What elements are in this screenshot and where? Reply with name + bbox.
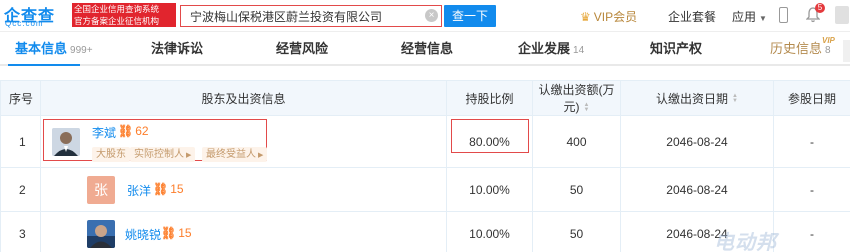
caret-down-icon: ▼ — [759, 14, 767, 23]
tab-basic-info[interactable]: 基本信息 999+ — [15, 34, 93, 64]
holder-name[interactable]: 张洋 — [127, 182, 151, 199]
col-date[interactable]: 认缴出资日期 ▲ ▼ — [620, 80, 774, 116]
tab-count: 8 — [825, 45, 831, 56]
row-index: 2 — [0, 167, 41, 212]
tab-label: 历史信息 — [770, 41, 823, 56]
holding-ratio: 10.00% — [446, 167, 533, 212]
link-icon: ⛓ — [153, 182, 169, 196]
link-count: 15 — [170, 182, 184, 196]
subscribed-date: 2046-08-24 — [620, 115, 774, 168]
table-row: 2 张 张洋 ⛓ 15 10.00% 50 2046-08-24 - — [0, 167, 850, 212]
app-menu[interactable]: 应用 ▼ — [732, 8, 767, 25]
sort-icon[interactable]: ▲ ▼ — [732, 93, 738, 104]
top-header: 企查查 Qcc.com 全国企业信用查询系统 官方备案企业征信机构 × 查一下 … — [0, 0, 850, 32]
holder-letter-avatar[interactable]: 张 — [87, 176, 115, 204]
app-label: 应用 — [732, 10, 757, 24]
subscribed-amount: 50 — [532, 167, 621, 212]
tab-ip[interactable]: 知识产权 — [650, 34, 702, 64]
col-paid-date: 参股日期 — [773, 80, 850, 116]
package-link[interactable]: 企业套餐 — [668, 8, 716, 25]
holder-link-count[interactable]: ⛓ 15 — [161, 226, 192, 240]
tag-major-holder: 大股东 — [92, 147, 130, 162]
tab-label: 经营风险 — [276, 41, 329, 56]
qcc-logo[interactable]: 企查查 Qcc.com — [4, 2, 68, 30]
tab-count: 999+ — [70, 45, 93, 56]
holder-photo[interactable] — [52, 128, 80, 156]
holder-name[interactable]: 姚晓锐 — [125, 226, 161, 243]
tab-label: 经营信息 — [401, 41, 454, 56]
tag-label: 实际控制人 — [134, 149, 184, 160]
tab-label: 企业发展 — [518, 41, 571, 56]
holder-cell: 张 张洋 ⛓ 15 — [40, 167, 447, 212]
row-index: 3 — [0, 211, 41, 252]
col-holder: 股东及出资信息 — [40, 80, 447, 116]
link-icon: ⛓ — [118, 124, 134, 138]
tab-legal[interactable]: 法律诉讼 — [151, 34, 203, 64]
link-icon: ⛓ — [161, 226, 177, 240]
holder-link-count[interactable]: ⛓ 15 — [153, 182, 184, 196]
tab-label: 基本信息 — [15, 41, 68, 56]
row-index: 1 — [0, 115, 41, 168]
holder-highlight: 李斌 ⛓ 62 大股东 实际控制人 ▶ 最终受益人 ▶ — [43, 119, 268, 162]
holder-info: 李斌 ⛓ 62 大股东 实际控制人 ▶ 最终受益人 ▶ — [41, 116, 446, 167]
participation-date: - — [773, 115, 850, 168]
active-tab-indicator — [8, 64, 80, 66]
arrow-right-icon: ▶ — [186, 152, 192, 159]
col-amount-label: 认缴出资额(万元) — [538, 83, 615, 114]
table-row: 1 李斌 ⛓ 62 大股东 实际控制人 ▶ 最终受益人 ▶ 80.00% 400… — [0, 115, 850, 168]
tab-label: 知识产权 — [650, 41, 703, 56]
col-ratio: 持股比例 — [446, 80, 533, 116]
col-date-label: 认缴出资日期 — [656, 91, 729, 106]
tab-development[interactable]: 企业发展 14 — [518, 34, 584, 64]
tag-final-beneficiary[interactable]: 最终受益人 ▶ — [202, 147, 268, 162]
search-box: × — [180, 5, 442, 27]
ratio-cell: 80.00% — [446, 115, 533, 168]
tag-actual-controller[interactable]: 实际控制人 ▶ — [130, 147, 196, 162]
vip-member-link[interactable]: ♛ VIP会员 — [580, 8, 637, 25]
participation-date: - — [773, 167, 850, 212]
holder-name[interactable]: 李斌 — [92, 124, 116, 141]
holder-info: 姚晓锐 ⛓ 15 — [41, 212, 446, 252]
holder-cell: 姚晓锐 ⛓ 15 — [40, 211, 447, 252]
vip-label: VIP会员 — [593, 10, 638, 24]
notification-badge: 5 — [815, 3, 825, 13]
arrow-right-icon: ▶ — [258, 152, 264, 159]
tag-label: 最终受益人 — [206, 149, 256, 160]
subscribed-amount: 400 — [532, 115, 621, 168]
phone-icon[interactable] — [779, 7, 788, 23]
holder-info: 张 张洋 ⛓ 15 — [41, 168, 446, 211]
holder-cell: 李斌 ⛓ 62 大股东 实际控制人 ▶ 最终受益人 ▶ — [40, 115, 447, 168]
subscribed-amount: 50 — [532, 211, 621, 252]
user-avatar[interactable] — [835, 6, 849, 24]
watermark: 电动邦 — [714, 232, 777, 252]
holder-link-count[interactable]: ⛓ 62 — [118, 124, 149, 138]
vip-tag: VIP — [822, 36, 835, 45]
col-index: 序号 — [0, 80, 41, 116]
table-header-row: 序号 股东及出资信息 持股比例 认缴出资额(万元) ▲ ▼ 认缴出资日期 ▲ ▼ 参股日… — [0, 80, 850, 116]
tab-risk[interactable]: 经营风险 — [276, 34, 328, 64]
link-count: 62 — [135, 124, 149, 138]
tab-business[interactable]: 经营信息 — [401, 34, 453, 64]
tab-scroll-right[interactable] — [843, 40, 850, 62]
col-amount[interactable]: 认缴出资额(万元) ▲ ▼ — [532, 80, 621, 116]
logo-slogan: 全国企业信用查询系统 官方备案企业征信机构 — [72, 3, 176, 27]
participation-date: - — [773, 211, 850, 252]
search-button[interactable]: 查一下 — [444, 5, 496, 27]
logo-domain: Qcc.com — [5, 19, 44, 28]
holding-ratio: 10.00% — [446, 211, 533, 252]
slogan-line-1: 全国企业信用查询系统 — [74, 4, 160, 14]
search-input[interactable] — [181, 6, 421, 26]
search-clear-icon[interactable]: × — [425, 9, 438, 22]
subscribed-date: 2046-08-24 — [620, 167, 774, 212]
holder-photo[interactable] — [87, 220, 115, 248]
tab-count: 14 — [573, 45, 585, 56]
crown-icon: ♛ — [580, 10, 591, 24]
ratio-highlight — [451, 119, 529, 153]
tab-bar: 基本信息 999+ 法律诉讼 经营风险 经营信息 企业发展 14 知识产权 历史信息… — [0, 34, 850, 66]
sort-icon[interactable]: ▲ ▼ — [584, 102, 590, 113]
link-count: 15 — [178, 226, 192, 240]
tab-label: 法律诉讼 — [151, 41, 204, 56]
slogan-line-2: 官方备案企业征信机构 — [74, 16, 160, 26]
